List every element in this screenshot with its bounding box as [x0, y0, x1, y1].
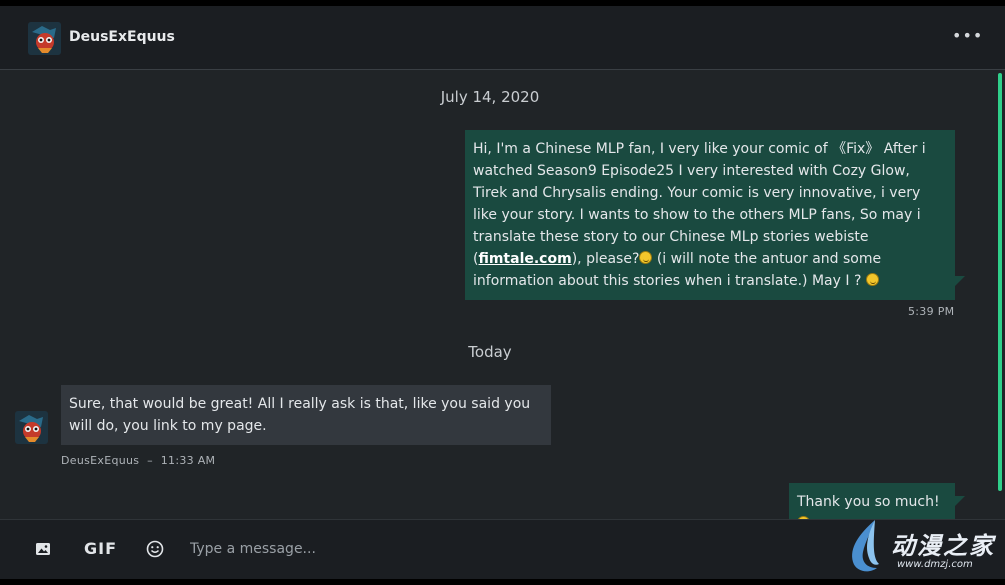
message-input[interactable]	[190, 534, 830, 564]
avatar-image	[28, 22, 61, 55]
message-text: ), please?	[571, 251, 640, 267]
avatar-image	[15, 411, 48, 444]
emoji-icon-graphic	[146, 540, 164, 558]
date-separator: Today	[468, 343, 512, 361]
conversation-header: DeusExEquus •••	[0, 6, 1005, 70]
bubble-tail	[955, 496, 965, 506]
avatar[interactable]	[28, 22, 61, 55]
message-bubble-incoming: Sure, that would be great! All I really …	[61, 385, 551, 445]
message-timestamp: 11:33 AM	[160, 454, 216, 467]
date-separator: July 14, 2020	[440, 88, 540, 106]
message-text: Hi, I'm a Chinese MLP fan, I very like y…	[473, 141, 926, 267]
image-icon[interactable]	[33, 538, 53, 560]
scrollbar-thumb[interactable]	[998, 73, 1002, 491]
watermark: 动漫之家 www.dmzj.com	[845, 514, 1005, 585]
message-meta: DeusExEquus – 11:33 AM	[61, 454, 215, 467]
message-window: DeusExEquus ••• July 14, 2020 Hi, I'm a …	[0, 6, 1005, 579]
message-timestamp: 5:39 PM	[908, 305, 955, 318]
emoji-icon[interactable]	[144, 538, 166, 560]
message-bubble-outgoing: Hi, I'm a Chinese MLP fan, I very like y…	[465, 130, 955, 300]
message-text: Thank you so much!	[797, 494, 940, 510]
meta-separator: –	[147, 454, 153, 467]
message-text: Sure, that would be great! All I really …	[69, 396, 531, 434]
gif-button[interactable]: GIF	[84, 538, 116, 560]
smile-emoji-icon	[639, 251, 653, 264]
watermark-url: www.dmzj.com	[897, 559, 973, 570]
grin-emoji-icon	[865, 273, 879, 286]
bubble-tail	[955, 276, 965, 286]
watermark-text: 动漫之家	[891, 532, 995, 560]
watermark-logo-icon	[852, 520, 879, 572]
message-thread[interactable]: July 14, 2020 Hi, I'm a Chinese MLP fan,…	[0, 71, 1005, 529]
conversation-username[interactable]: DeusExEquus	[69, 29, 175, 45]
message-sender[interactable]: DeusExEquus	[61, 454, 139, 467]
image-icon-graphic	[36, 543, 50, 555]
avatar[interactable]	[15, 411, 48, 444]
more-dots-icon[interactable]: •••	[952, 24, 982, 48]
message-link[interactable]: fimtale.com	[478, 251, 571, 267]
